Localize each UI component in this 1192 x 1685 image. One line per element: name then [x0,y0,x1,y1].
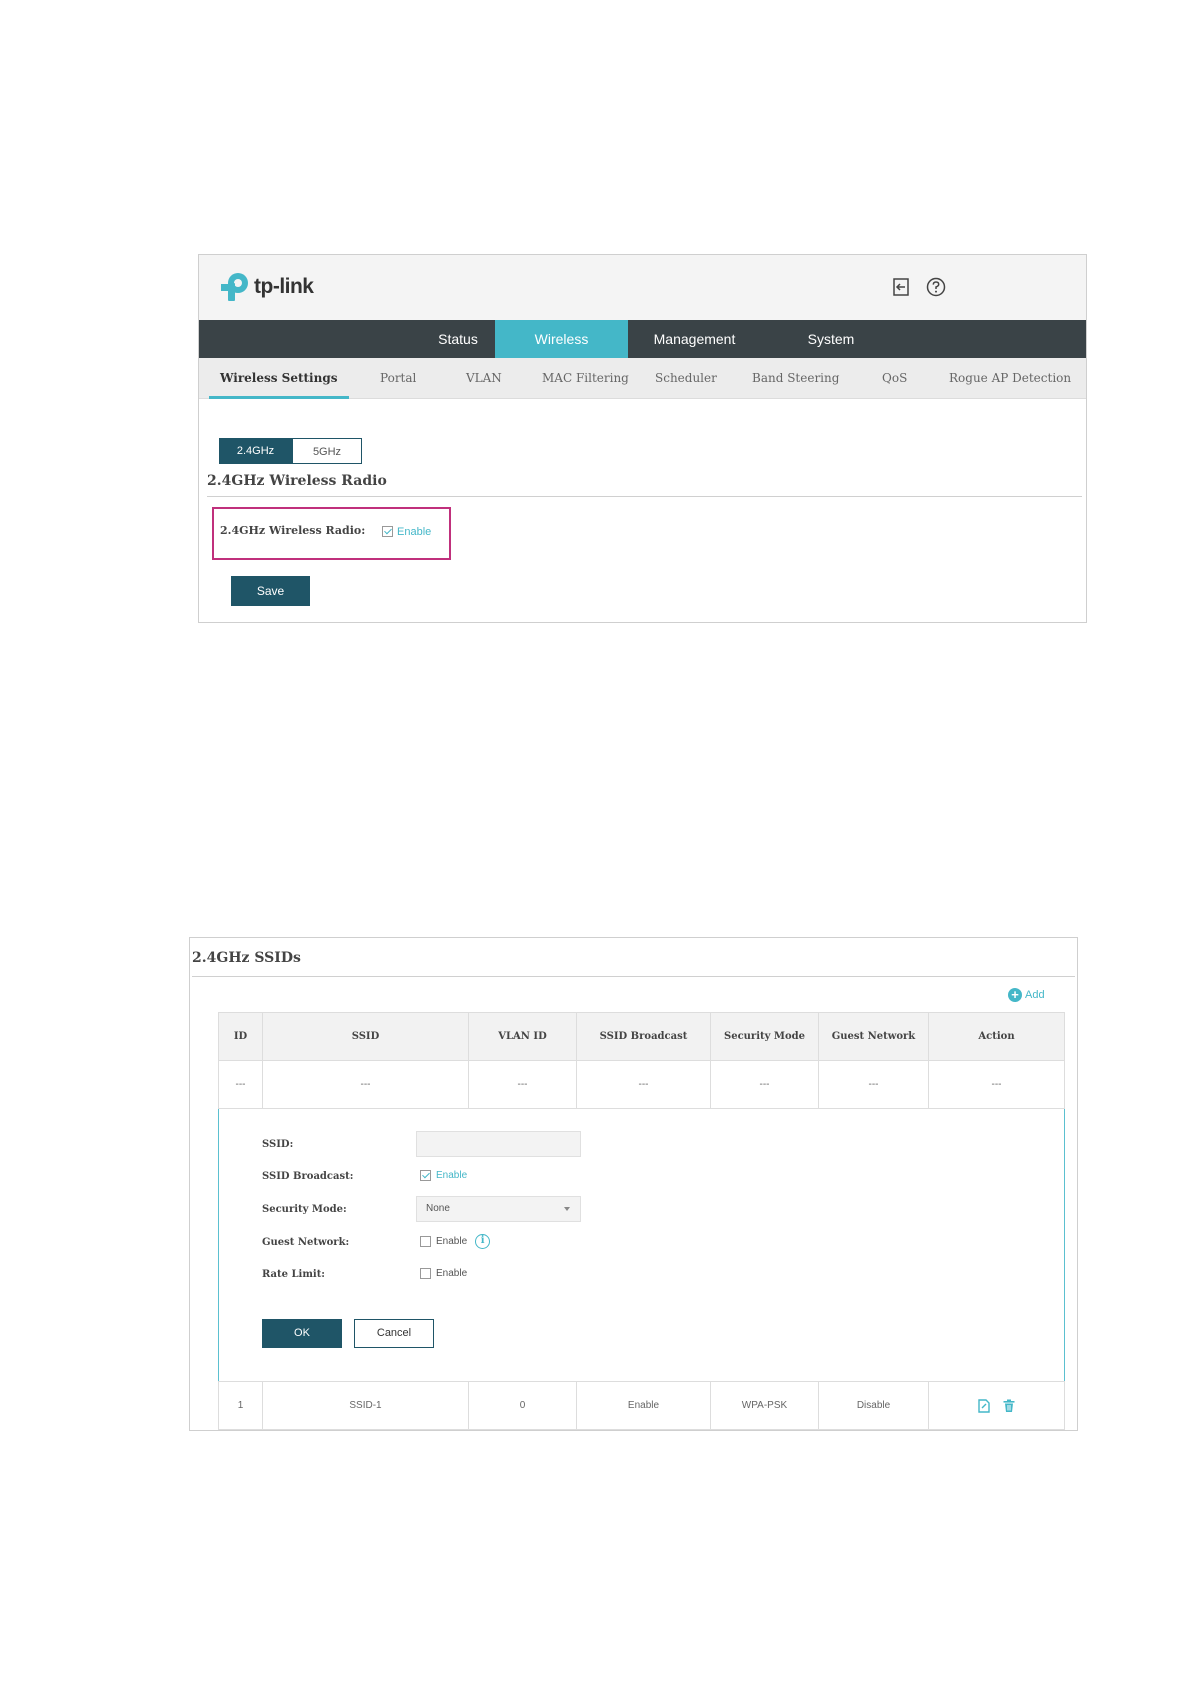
subtab-qos[interactable]: QoS [882,358,907,398]
table-cell: --- [928,1060,1065,1109]
section-divider [207,496,1082,497]
plus-circle-icon: + [1008,988,1022,1002]
add-ssid-form-row: SSID: SSID Broadcast: Enable Security Mo… [218,1108,1065,1382]
tp-link-logo: tp-link [219,271,314,303]
subtab-vlan[interactable]: VLAN [466,358,502,398]
new-entry-row: --- --- --- --- --- --- --- [218,1060,1065,1109]
sub-nav: Wireless Settings Portal VLAN MAC Filter… [199,358,1086,399]
table-row: 1 SSID-1 0 Enable WPA-PSK Disable [218,1381,1065,1430]
app-header: tp-link [199,255,1086,320]
active-subtab-indicator [209,396,349,399]
security-mode-select[interactable]: None [416,1196,581,1222]
cell-broadcast: Enable [576,1381,711,1430]
col-security-mode: Security Mode [710,1012,819,1061]
table-cell: --- [262,1060,469,1109]
ssid-section-title: 2.4GHz SSIDs [192,950,301,966]
wireless-radio-label: 2.4GHz Wireless Radio: [220,524,366,537]
ssid-input[interactable] [416,1131,581,1157]
cell-action [928,1381,1065,1430]
highlighted-radio-setting: 2.4GHz Wireless Radio: Enable [212,507,451,560]
band-24ghz-button[interactable]: 2.4GHz [219,438,292,464]
subtab-rogue-ap-detection[interactable]: Rogue AP Detection [949,358,1071,398]
save-button[interactable]: Save [231,576,310,606]
ssid-broadcast-label: SSID Broadcast: [262,1171,354,1182]
ssid-broadcast-enable[interactable]: Enable [420,1170,467,1181]
col-ssid-broadcast: SSID Broadcast [576,1012,711,1061]
logo-text: tp-link [254,275,314,298]
enable-label: Enable [436,1268,468,1279]
wireless-radio-enable[interactable]: Enable [382,523,431,541]
cell-vlan-id: 0 [468,1381,577,1430]
add-button[interactable]: + Add [1008,988,1045,1002]
delete-icon[interactable] [1002,1399,1016,1413]
col-ssid: SSID [262,1012,469,1061]
main-nav: Status Wireless Management System [199,320,1086,358]
col-vlan-id: VLAN ID [468,1012,577,1061]
table-cell: --- [576,1060,711,1109]
ssid-label: SSID: [262,1139,294,1150]
checkbox-checked-icon[interactable] [382,526,393,538]
table-cell: --- [218,1060,263,1109]
enable-label: Enable [397,525,432,538]
subtab-wireless-settings[interactable]: Wireless Settings [220,358,337,398]
table-cell: --- [818,1060,929,1109]
cancel-button[interactable]: Cancel [354,1319,434,1348]
col-id: ID [218,1012,263,1061]
subtab-mac-filtering[interactable]: MAC Filtering [542,358,629,398]
tab-system[interactable]: System [771,320,891,358]
ok-button[interactable]: OK [262,1319,342,1348]
add-ssid-form: SSID: SSID Broadcast: Enable Security Mo… [218,1108,1065,1382]
section-divider [192,976,1075,977]
table-cell: --- [468,1060,577,1109]
enable-label: Enable [436,1170,468,1181]
tab-wireless[interactable]: Wireless [495,320,628,358]
subtab-band-steering[interactable]: Band Steering [752,358,839,398]
cell-id: 1 [218,1381,263,1430]
enable-label: Enable [436,1236,468,1247]
cell-security: WPA-PSK [710,1381,819,1430]
cell-guest: Disable [818,1381,929,1430]
rate-limit-label: Rate Limit: [262,1269,326,1280]
tab-management[interactable]: Management [628,320,761,358]
edit-icon[interactable] [977,1398,991,1413]
subtab-portal[interactable]: Portal [380,358,416,398]
logout-icon[interactable] [891,277,911,297]
security-mode-label: Security Mode: [262,1204,347,1215]
checkbox-checked-icon[interactable] [420,1170,431,1181]
guest-network-enable[interactable]: Enable i [420,1234,491,1249]
cell-ssid: SSID-1 [262,1381,469,1430]
checkbox-icon[interactable] [420,1268,431,1279]
wireless-settings-screenshot: tp-link Status Wireless Management Syste… [198,254,1087,623]
tp-link-logo-icon [221,273,248,301]
guest-network-label: Guest Network: [262,1237,350,1248]
section-title: 2.4GHz Wireless Radio [207,473,387,489]
checkbox-icon[interactable] [420,1236,431,1247]
chevron-down-icon [564,1207,570,1211]
info-icon[interactable]: i [475,1234,491,1249]
add-label: Add [1025,989,1045,1001]
security-mode-value: None [426,1203,450,1214]
ssid-table: ID SSID VLAN ID SSID Broadcast Security … [218,1012,1065,1430]
table-cell: --- [710,1060,819,1109]
subtab-scheduler[interactable]: Scheduler [655,358,717,398]
col-guest-network: Guest Network [818,1012,929,1061]
help-icon[interactable] [926,277,946,297]
col-action: Action [928,1012,1065,1061]
rate-limit-enable[interactable]: Enable [420,1268,467,1279]
table-header-row: ID SSID VLAN ID SSID Broadcast Security … [218,1012,1065,1061]
band-5ghz-button[interactable]: 5GHz [292,438,362,464]
ssid-table-screenshot: 2.4GHz SSIDs + Add ID SSID VLAN ID SSID … [189,937,1078,1431]
